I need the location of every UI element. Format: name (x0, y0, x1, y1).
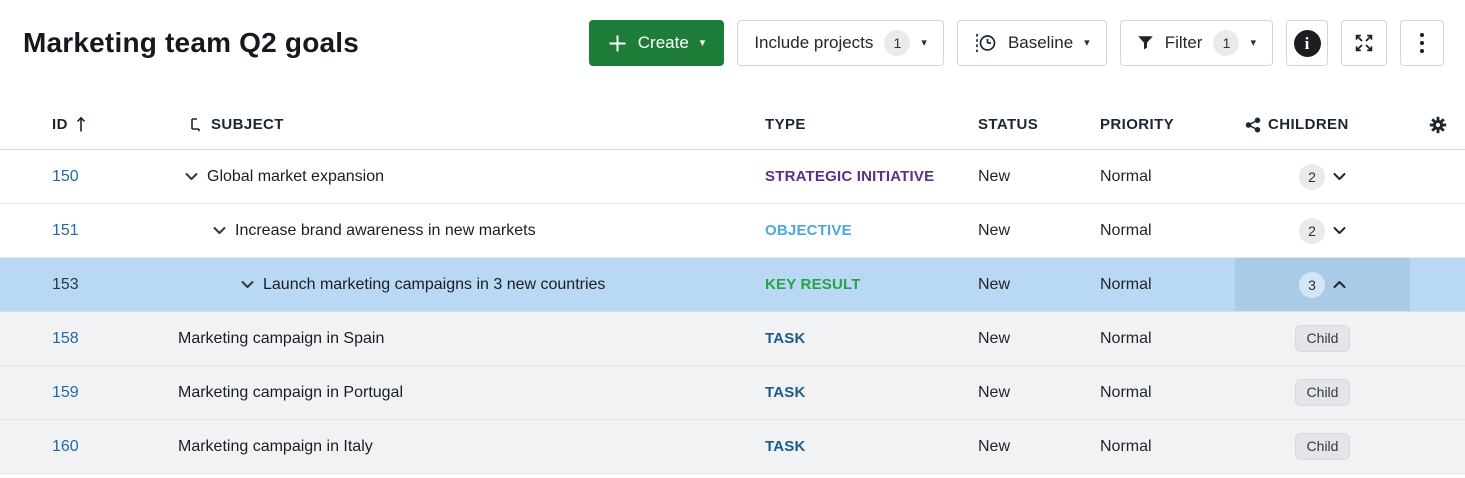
chevron-up-icon (1333, 280, 1346, 289)
work-package-id-link[interactable]: 151 (52, 222, 79, 240)
include-projects-label: Include projects (754, 33, 873, 53)
priority-label: Normal (1100, 330, 1152, 348)
include-projects-button[interactable]: Include projects 1 ▾ (737, 20, 944, 66)
type-label: KEY RESULT (765, 276, 861, 293)
column-header-subject[interactable]: SUBJECT (160, 100, 740, 149)
children-toggle[interactable]: 2 (1235, 150, 1410, 203)
priority-label: Normal (1100, 438, 1152, 456)
subject-text: Marketing campaign in Portugal (178, 384, 403, 402)
table-row-child[interactable]: 158 Marketing campaign in Spain TASK New… (0, 312, 1465, 366)
info-button[interactable]: i (1286, 20, 1328, 66)
priority-label: Normal (1100, 276, 1152, 294)
fullscreen-button[interactable] (1341, 20, 1387, 66)
table-row-child[interactable]: 160 Marketing campaign in Italy TASK New… (0, 420, 1465, 474)
baseline-label: Baseline (1008, 33, 1073, 53)
type-label: TASK (765, 438, 806, 455)
table-header-row: ID SUBJECT TYPE STATUS PRIORITY CHILDR (0, 100, 1465, 150)
priority-label: Normal (1100, 384, 1152, 402)
gear-icon (1429, 116, 1447, 134)
column-header-status-label: STATUS (978, 116, 1038, 133)
filter-funnel-icon (1137, 35, 1154, 51)
priority-label: Normal (1100, 222, 1152, 240)
type-label: OBJECTIVE (765, 222, 852, 239)
work-package-id-link[interactable]: 160 (52, 438, 79, 456)
table-row[interactable]: 151 Increase brand awareness in new mark… (0, 204, 1465, 258)
work-package-id-link[interactable]: 153 (52, 276, 79, 294)
create-button[interactable]: Create ▾ (589, 20, 725, 66)
plus-icon (608, 34, 627, 53)
info-icon: i (1294, 30, 1321, 57)
baseline-button[interactable]: Baseline ▾ (957, 20, 1107, 66)
children-count-badge: 2 (1299, 164, 1325, 190)
chevron-down-icon: ▾ (921, 38, 927, 49)
subject-text: Increase brand awareness in new markets (235, 222, 536, 240)
subject-text: Launch marketing campaigns in 3 new coun… (263, 276, 605, 294)
filter-label: Filter (1165, 33, 1203, 53)
collapse-chevron-down-icon[interactable] (185, 172, 198, 181)
column-header-id-label: ID (52, 116, 68, 133)
column-header-type-label: TYPE (765, 116, 806, 133)
subject-text: Marketing campaign in Spain (178, 330, 384, 348)
chevron-down-icon: ▾ (1250, 38, 1256, 49)
type-label: TASK (765, 384, 806, 401)
collapse-chevron-down-icon[interactable] (241, 280, 254, 289)
subject-text: Global market expansion (207, 168, 384, 186)
child-badge: Child (1295, 433, 1351, 459)
table-settings-button[interactable] (1410, 100, 1465, 149)
status-label: New (978, 384, 1010, 402)
children-toggle[interactable]: 2 (1235, 204, 1410, 257)
column-header-subject-label: SUBJECT (211, 116, 284, 133)
child-badge: Child (1295, 325, 1351, 351)
collapse-chevron-down-icon[interactable] (213, 226, 226, 235)
status-label: New (978, 222, 1010, 240)
header-bar: Marketing team Q2 goals Create ▾ Include… (0, 0, 1465, 66)
column-header-type[interactable]: TYPE (740, 100, 965, 149)
work-package-id-link[interactable]: 150 (52, 168, 79, 186)
chevron-down-icon: ▾ (700, 38, 706, 49)
filter-button[interactable]: Filter 1 ▾ (1120, 20, 1273, 66)
children-count-badge: 2 (1299, 218, 1325, 244)
work-package-id-link[interactable]: 158 (52, 330, 79, 348)
children-toggle-expanded[interactable]: 3 (1235, 258, 1410, 311)
toolbar: Create ▾ Include projects 1 ▾ Baseline ▾ (589, 20, 1444, 66)
filter-count-badge: 1 (1213, 30, 1239, 56)
column-header-priority-label: PRIORITY (1100, 116, 1174, 133)
more-options-button[interactable] (1400, 20, 1444, 66)
type-label: TASK (765, 330, 806, 347)
sort-ascending-icon (76, 116, 86, 133)
column-header-children-label: CHILDREN (1268, 116, 1349, 133)
work-package-id-link[interactable]: 159 (52, 384, 79, 402)
chevron-down-icon: ▾ (1084, 38, 1090, 49)
create-button-label: Create (638, 33, 689, 53)
table-row-child[interactable]: 159 Marketing campaign in Portugal TASK … (0, 366, 1465, 420)
column-header-id[interactable]: ID (0, 100, 160, 149)
baseline-clock-icon (974, 33, 997, 53)
priority-label: Normal (1100, 168, 1152, 186)
work-package-table: ID SUBJECT TYPE STATUS PRIORITY CHILDR (0, 100, 1465, 474)
table-row-selected[interactable]: 153 Launch marketing campaigns in 3 new … (0, 258, 1465, 312)
hierarchy-icon (189, 117, 203, 132)
table-row[interactable]: 150 Global market expansion STRATEGIC IN… (0, 150, 1465, 204)
status-label: New (978, 438, 1010, 456)
column-header-children[interactable]: CHILDREN (1235, 100, 1410, 149)
status-label: New (978, 168, 1010, 186)
type-label: STRATEGIC INITIATIVE (765, 168, 934, 185)
relations-icon (1245, 117, 1261, 133)
column-header-priority[interactable]: PRIORITY (1090, 100, 1235, 149)
column-header-status[interactable]: STATUS (965, 100, 1090, 149)
fullscreen-expand-icon (1354, 33, 1374, 53)
subject-text: Marketing campaign in Italy (178, 438, 373, 456)
chevron-down-icon (1333, 172, 1346, 181)
status-label: New (978, 276, 1010, 294)
page-title: Marketing team Q2 goals (23, 27, 589, 59)
chevron-down-icon (1333, 226, 1346, 235)
children-count-badge: 3 (1299, 272, 1325, 298)
kebab-menu-icon (1420, 33, 1424, 53)
include-projects-count-badge: 1 (884, 30, 910, 56)
status-label: New (978, 330, 1010, 348)
child-badge: Child (1295, 379, 1351, 405)
